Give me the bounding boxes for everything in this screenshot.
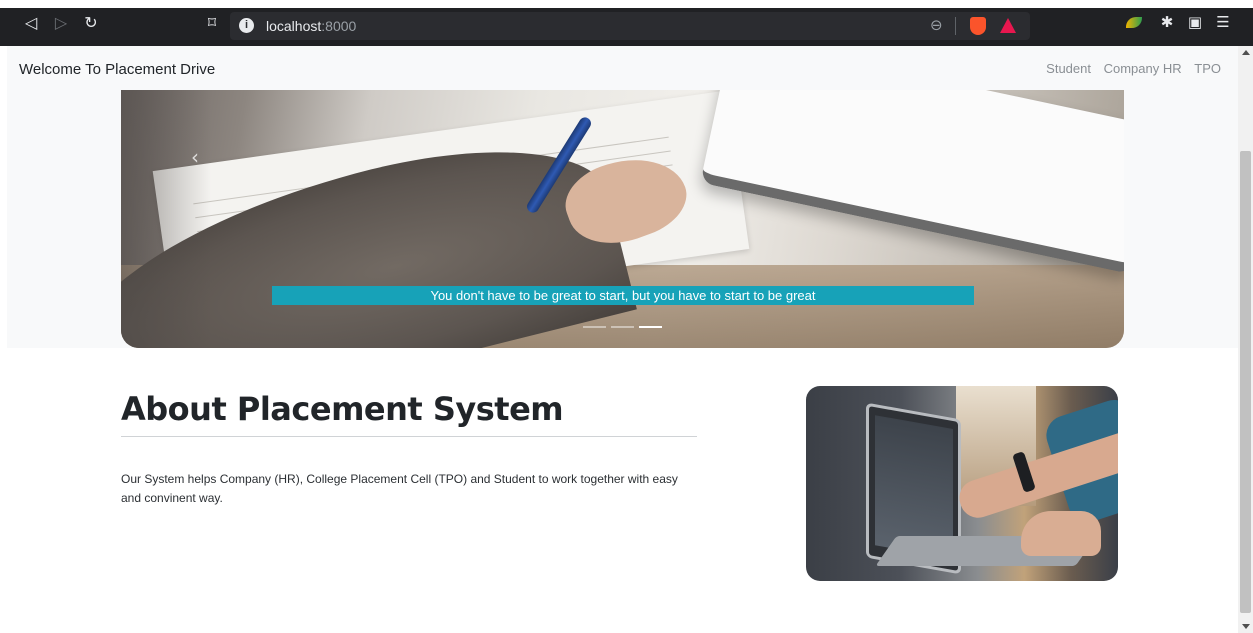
about-text: Our System helps Company (HR), College P… (121, 472, 678, 505)
nav-link-student[interactable]: Student (1046, 61, 1091, 76)
header-section: Welcome To Placement Drive Student Compa… (7, 46, 1238, 348)
about-image (806, 386, 1118, 581)
puzzle-icon[interactable]: ✱ (1158, 13, 1176, 31)
url-port: :8000 (321, 18, 357, 34)
about-divider (121, 436, 697, 437)
wallet-icon[interactable]: ▣ (1186, 13, 1204, 31)
scroll-up-arrow-icon[interactable] (1242, 50, 1250, 55)
carousel: ‹ You don't have to be great to start, b… (121, 90, 1124, 348)
browser-toolbar: ◁ ▷ ↻ ⌑ i localhost:8000 ⊖ ✱ ▣ ☰ (0, 0, 1253, 46)
extension-icon[interactable] (1126, 13, 1144, 31)
url-text[interactable]: localhost:8000 (266, 18, 356, 34)
navbar-brand[interactable]: Welcome To Placement Drive (19, 61, 215, 78)
scroll-down-arrow-icon[interactable] (1242, 624, 1250, 629)
brave-shield-icon[interactable] (970, 17, 986, 35)
carousel-indicators (583, 326, 663, 329)
carousel-caption: You don't have to be great to start, but… (272, 286, 974, 305)
scrollbar-thumb[interactable] (1240, 151, 1251, 613)
forward-icon[interactable]: ▷ (52, 14, 70, 32)
carousel-shade (121, 90, 211, 348)
reload-icon[interactable]: ↻ (82, 14, 100, 32)
page: Welcome To Placement Drive Student Compa… (7, 46, 1238, 633)
back-icon[interactable]: ◁ (22, 14, 40, 32)
url-host: localhost (266, 18, 322, 34)
info-icon[interactable]: i (239, 18, 254, 33)
bookmark-icon[interactable]: ⌑ (203, 14, 221, 32)
window-top-edge (0, 0, 1253, 8)
carousel-indicator-3[interactable] (639, 326, 662, 328)
scrollbar[interactable] (1238, 46, 1253, 633)
address-bar[interactable]: i localhost:8000 ⊖ (230, 12, 1030, 40)
carousel-indicator-2[interactable] (611, 326, 634, 328)
nav-link-tpo[interactable]: TPO (1194, 61, 1221, 76)
about-image-hand (1021, 511, 1101, 556)
carousel-indicator-1[interactable] (583, 326, 606, 328)
nav-links: Student Company HR TPO (1037, 61, 1221, 76)
address-bar-divider (955, 17, 956, 35)
zoom-icon[interactable]: ⊖ (930, 16, 943, 34)
carousel-prev-icon[interactable]: ‹ (191, 145, 199, 169)
nav-link-company-hr[interactable]: Company HR (1104, 61, 1182, 76)
menu-icon[interactable]: ☰ (1214, 13, 1232, 31)
brave-rewards-icon[interactable] (1000, 18, 1016, 33)
about-title: About Placement System (121, 390, 564, 428)
carousel-image-tablet (700, 90, 1124, 275)
